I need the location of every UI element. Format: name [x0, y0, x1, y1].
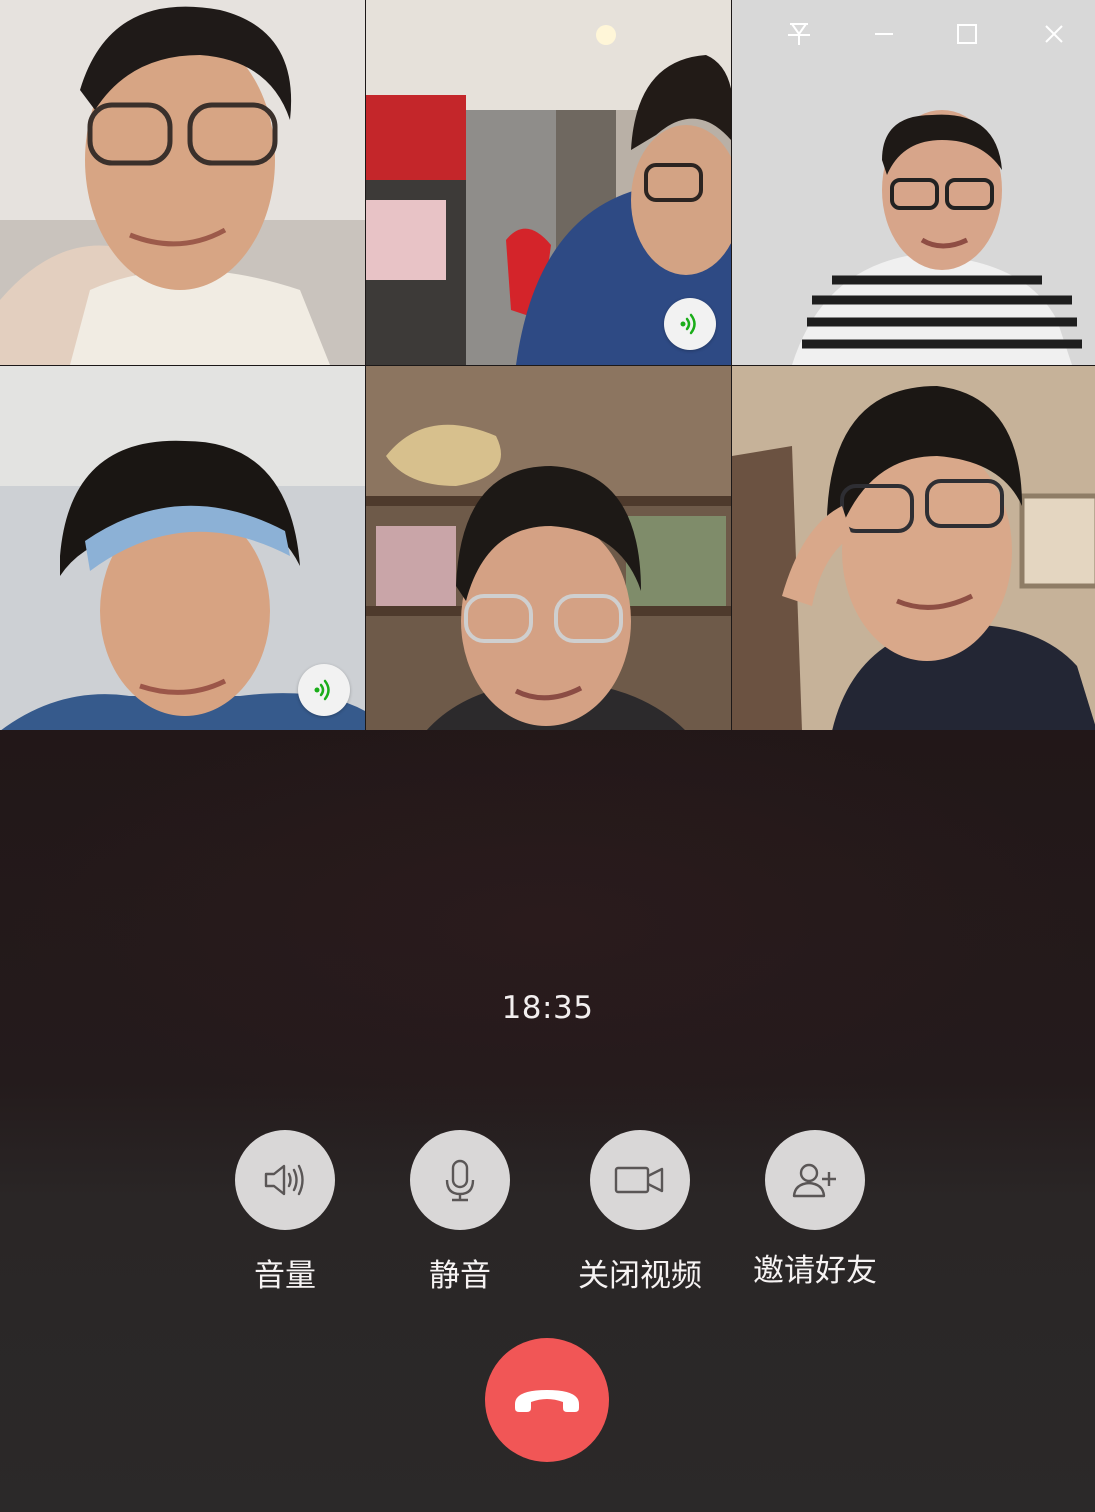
participant-video-4[interactable] [0, 366, 365, 731]
speaking-indicator [664, 298, 716, 350]
call-duration: 18:35 [501, 990, 594, 1026]
video-off-control[interactable]: 关闭视频 [550, 1130, 730, 1295]
video-off-button[interactable] [590, 1130, 690, 1230]
microphone-icon [445, 1159, 475, 1202]
voice-activity-icon [314, 679, 330, 701]
invite-label: 邀请好友 [753, 1253, 877, 1289]
invite-control[interactable]: 邀请好友 [725, 1130, 905, 1290]
mute-control[interactable]: 静音 [370, 1130, 550, 1295]
participant-video-6[interactable] [732, 366, 1095, 731]
pin-button[interactable] [779, 14, 819, 54]
invite-button[interactable] [765, 1130, 865, 1230]
mute-label: 静音 [429, 1258, 491, 1294]
add-user-icon [792, 1163, 836, 1198]
participant-video-feed [366, 366, 731, 731]
participant-video-2[interactable] [366, 0, 731, 365]
pin-icon [788, 23, 810, 45]
close-icon [1045, 25, 1063, 43]
volume-button[interactable] [235, 1130, 335, 1230]
video-off-label: 关闭视频 [578, 1258, 702, 1294]
participant-video-3[interactable] [732, 0, 1095, 365]
maximize-button[interactable] [947, 14, 987, 54]
volume-control[interactable]: 音量 [195, 1130, 375, 1295]
phone-hangup-icon [515, 1390, 579, 1412]
camera-icon [614, 1166, 664, 1194]
minimize-icon [875, 33, 893, 35]
hang-up-button[interactable] [485, 1338, 609, 1462]
close-button[interactable] [1034, 14, 1074, 54]
speaker-icon [264, 1164, 304, 1196]
minimize-button[interactable] [864, 14, 904, 54]
participant-video-1[interactable] [0, 0, 365, 365]
maximize-icon [957, 24, 977, 44]
participant-video-feed [732, 0, 1095, 365]
participant-video-feed [0, 0, 365, 365]
volume-label: 音量 [254, 1258, 316, 1294]
speaking-indicator [298, 664, 350, 716]
mute-button[interactable] [410, 1130, 510, 1230]
participant-video-feed [732, 366, 1095, 731]
video-grid [0, 0, 1095, 731]
participant-video-5[interactable] [366, 366, 731, 731]
voice-activity-icon [680, 313, 696, 335]
